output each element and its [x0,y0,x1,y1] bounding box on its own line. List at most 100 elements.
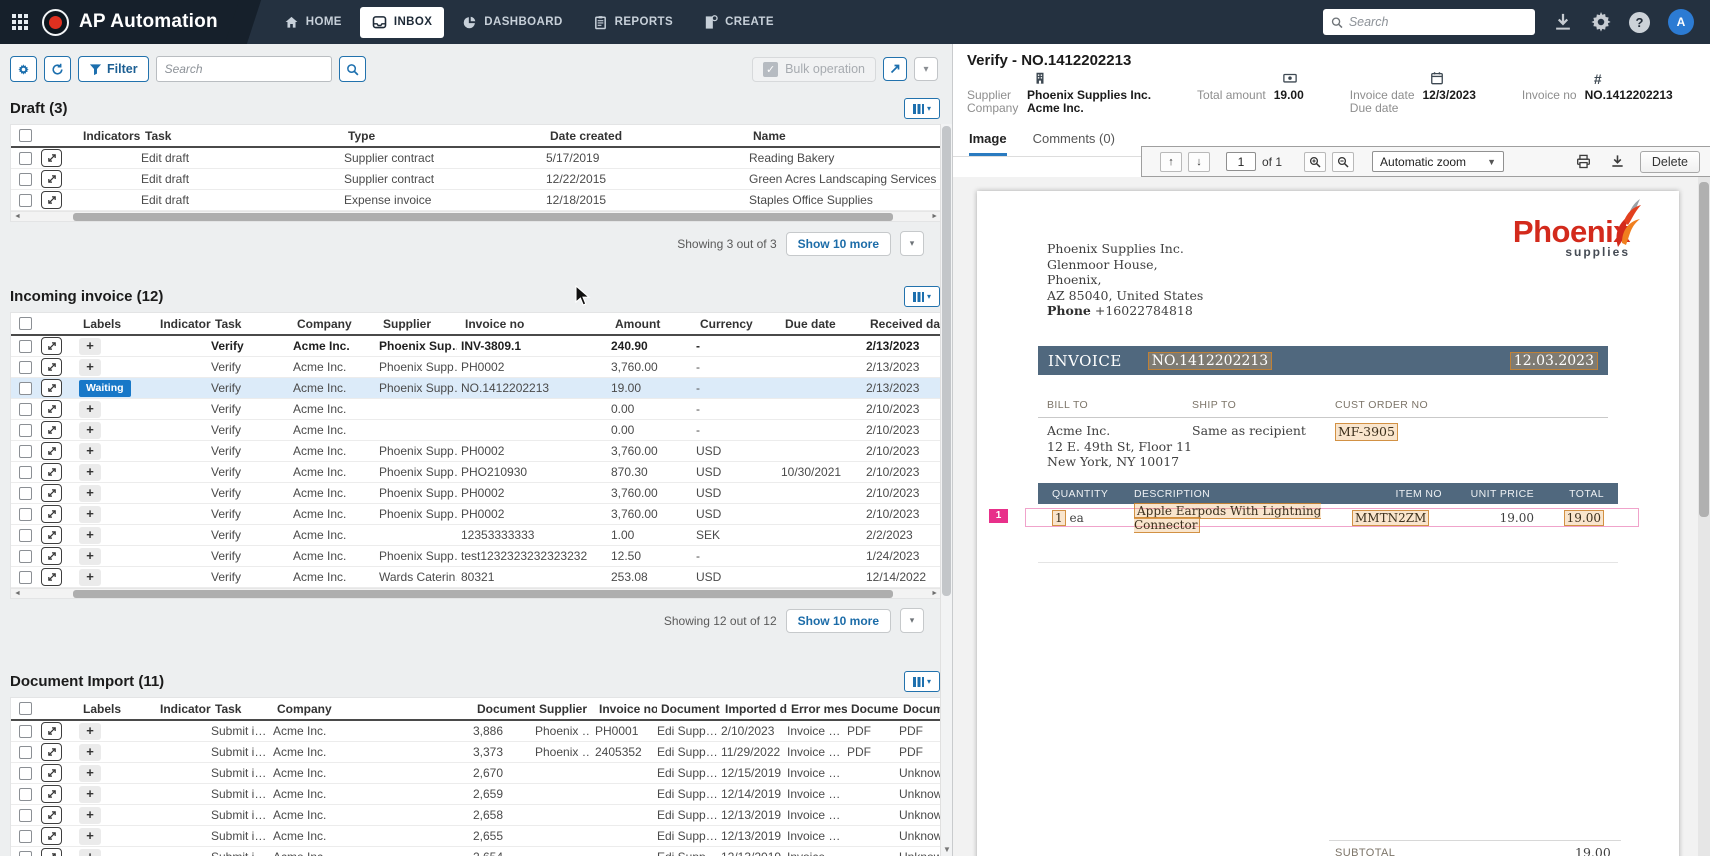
row-checkbox[interactable] [19,529,32,542]
show-more-caret-button[interactable]: ▾ [900,608,924,633]
table-row[interactable]: +Submit i…Acme Inc.2,658Edi Supp…12/13/2… [11,805,941,826]
print-button[interactable] [1572,151,1596,172]
row-expand-button[interactable] [41,568,62,586]
row-checkbox[interactable] [19,550,32,563]
table-row[interactable]: +VerifyAcme Inc.Phoenix Supp…PH00023,760… [11,441,941,462]
nav-dashboard[interactable]: DASHBOARD [450,7,574,38]
add-label-button[interactable]: + [79,807,101,824]
row-expand-button[interactable] [41,827,62,845]
add-label-button[interactable]: + [79,723,101,740]
row-checkbox[interactable] [19,767,32,780]
table-row[interactable]: +Submit i…Acme Inc.3,886Phoenix …PH0001E… [11,721,941,742]
settings-button[interactable] [10,56,37,82]
global-search-input[interactable] [1349,15,1527,29]
filter-button[interactable]: Filter [78,56,149,82]
row-checkbox[interactable] [19,809,32,822]
row-expand-button[interactable] [41,484,62,502]
row-checkbox[interactable] [19,173,32,186]
gear-icon[interactable] [1591,12,1611,32]
table-row[interactable]: +VerifyAcme Inc.Phoenix Supp…PHO21093087… [11,462,941,483]
row-checkbox[interactable] [19,851,32,856]
row-checkbox[interactable] [19,746,32,759]
row-expand-button[interactable] [41,526,62,544]
table-row[interactable]: +VerifyAcme Inc.Phoenix Supp…test1232323… [11,546,941,567]
bulk-operation-checkbox[interactable]: ✓ [763,62,778,77]
row-checkbox[interactable] [19,382,32,395]
table-row[interactable]: +Submit i…Acme Inc.2,654Edi Supp…12/13/2… [11,847,941,856]
previous-page-button[interactable]: ↑ [1160,152,1182,172]
add-label-button[interactable]: + [79,401,101,418]
table-row[interactable]: +VerifyAcme Inc.Wards Caterin…80321253.0… [11,567,941,588]
table-row[interactable]: +VerifyAcme Inc.123533333331.00SEK2/2/20… [11,525,941,546]
scroll-left-arrow[interactable]: ◄ [14,212,21,222]
row-expand-button[interactable] [41,170,62,188]
row-expand-button[interactable] [41,421,62,439]
row-checkbox[interactable] [19,152,32,165]
scrollbar-thumb[interactable] [73,213,893,221]
collapse-panel-button[interactable]: ▾ [914,57,938,81]
row-expand-button[interactable] [41,505,62,523]
row-expand-button[interactable] [41,400,62,418]
row-checkbox[interactable] [19,830,32,843]
row-checkbox[interactable] [19,194,32,207]
app-logo[interactable] [42,9,69,36]
table-row[interactable]: +VerifyAcme Inc.Phoenix Sup…INV-3809.124… [11,336,941,357]
row-checkbox[interactable] [19,403,32,416]
zoom-out-button[interactable] [1332,152,1354,172]
select-all-checkbox[interactable] [19,129,32,142]
download-button[interactable] [1606,151,1630,172]
row-checkbox[interactable] [19,424,32,437]
download-icon[interactable] [1553,12,1573,32]
add-label-button[interactable]: + [79,849,101,856]
row-checkbox[interactable] [19,508,32,521]
table-row[interactable]: WaitingVerifyAcme Inc.Phoenix Supp…NO.14… [11,378,941,399]
add-label-button[interactable]: + [79,338,101,355]
table-row[interactable]: +Submit i…Acme Inc.2,655Edi Supp…12/13/2… [11,826,941,847]
row-checkbox[interactable] [19,340,32,353]
page-number-input[interactable] [1226,152,1256,171]
table-row[interactable]: Edit draftSupplier contract12/22/2015Gre… [11,169,941,190]
row-checkbox[interactable] [19,788,32,801]
row-expand-button[interactable] [41,463,62,481]
row-expand-button[interactable] [41,806,62,824]
zoom-level-select[interactable]: Automatic zoom▼ [1372,151,1504,172]
list-search-input[interactable] [156,56,332,82]
tab-image[interactable]: Image [969,131,1007,156]
show-more-caret-button[interactable]: ▾ [900,231,924,256]
table-row[interactable]: +Submit i…Acme Inc.3,373Phoenix …2405352… [11,742,941,763]
help-icon[interactable]: ? [1629,12,1650,33]
row-checkbox[interactable] [19,571,32,584]
row-checkbox[interactable] [19,725,32,738]
add-label-button[interactable]: + [79,443,101,460]
column-settings-button[interactable]: ▾ [904,286,940,307]
add-label-button[interactable]: + [79,527,101,544]
nav-inbox[interactable]: INBOX [360,7,444,38]
row-expand-button[interactable] [41,337,62,355]
left-panel-scrollbar[interactable]: ▼ [940,124,952,856]
refresh-button[interactable] [44,56,71,82]
scrollbar-thumb[interactable] [942,126,951,596]
scrollbar-thumb[interactable] [73,590,893,598]
nav-create[interactable]: CREATE [691,7,786,38]
row-expand-button[interactable] [41,149,62,167]
row-checkbox[interactable] [19,361,32,374]
add-label-button[interactable]: + [79,744,101,761]
app-grid-icon[interactable] [12,14,28,30]
add-label-button[interactable]: + [79,506,101,523]
show-more-button[interactable]: Show 10 more [786,232,891,256]
add-label-button[interactable]: + [79,422,101,439]
add-label-button[interactable]: + [79,464,101,481]
column-settings-button[interactable]: ▾ [904,671,940,692]
select-all-checkbox[interactable] [19,702,32,715]
delete-button[interactable]: Delete [1640,151,1700,173]
nav-home[interactable]: HOME [272,7,354,38]
horizontal-scrollbar[interactable]: ◄► [11,211,941,221]
expand-panel-button[interactable] [883,57,907,81]
table-row[interactable]: +VerifyAcme Inc.Phoenix Supp…PH00023,760… [11,357,941,378]
table-row[interactable]: +VerifyAcme Inc.Phoenix Supp…PH00023,760… [11,504,941,525]
tab-comments[interactable]: Comments (0) [1033,131,1115,156]
row-expand-button[interactable] [41,764,62,782]
scroll-right-arrow[interactable]: ► [931,589,938,599]
row-expand-button[interactable] [41,191,62,209]
select-all-checkbox[interactable] [19,317,32,330]
